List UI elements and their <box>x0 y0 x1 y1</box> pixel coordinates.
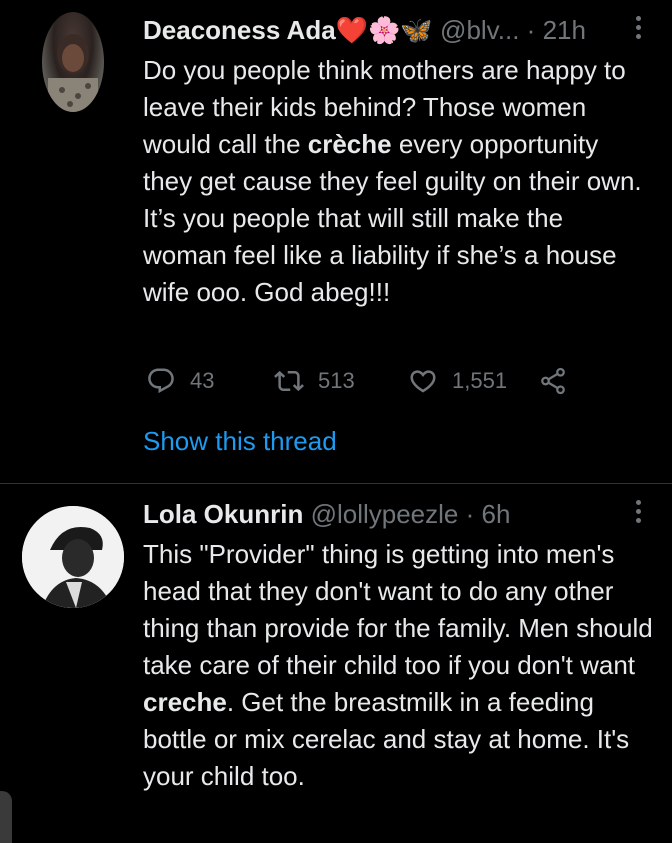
share-icon <box>541 367 565 395</box>
share-button[interactable] <box>538 364 582 398</box>
show-thread-link[interactable]: Show this thread <box>143 426 337 457</box>
like-button[interactable]: 1,551 <box>408 364 507 398</box>
reply-icon <box>148 368 174 394</box>
author-name[interactable]: Lola Okunrin <box>143 499 303 529</box>
tweet-text: Do you people think mothers are happy to… <box>143 55 642 307</box>
author-handle[interactable]: @blv... <box>440 15 519 45</box>
avatar[interactable] <box>42 12 104 112</box>
tweet-text: This "Provider" thing is getting into me… <box>143 539 653 791</box>
more-icon[interactable] <box>636 500 642 526</box>
retweet-button[interactable]: 513 <box>274 364 355 398</box>
like-icon <box>410 370 436 393</box>
author-handle[interactable]: @lollypeezle <box>311 499 459 529</box>
timestamp[interactable]: 6h <box>482 499 511 529</box>
author-emojis: ❤️🌸🦋 <box>335 15 433 45</box>
more-icon[interactable] <box>636 16 642 42</box>
reply-button[interactable]: 43 <box>146 364 214 398</box>
author-name[interactable]: Deaconess Ada <box>143 15 336 45</box>
tweet-header: Lola Okunrin @lollypeezle · 6h <box>143 498 510 530</box>
retweet-count: 513 <box>318 368 355 393</box>
tweet[interactable]: Lola Okunrin @lollypeezle · 6h This "Pro… <box>0 484 672 843</box>
scroll-handle[interactable] <box>0 791 12 843</box>
separator-dot: · <box>465 499 475 529</box>
like-count: 1,551 <box>452 368 508 393</box>
tweet[interactable]: Deaconess Ada❤️🌸🦋 @blv... · 21h Do you p… <box>0 0 672 483</box>
retweet-icon <box>274 370 304 392</box>
avatar[interactable] <box>22 506 124 608</box>
reply-count: 43 <box>190 368 215 393</box>
tweet-header: Deaconess Ada❤️🌸🦋 @blv... · 21h <box>143 14 586 46</box>
timestamp[interactable]: 21h <box>543 15 586 45</box>
separator-dot: · <box>526 15 536 45</box>
tweet-actions: 43 513 1,551 <box>146 364 586 398</box>
highlighted-term: creche <box>143 687 227 717</box>
highlighted-term: crèche <box>307 129 392 159</box>
